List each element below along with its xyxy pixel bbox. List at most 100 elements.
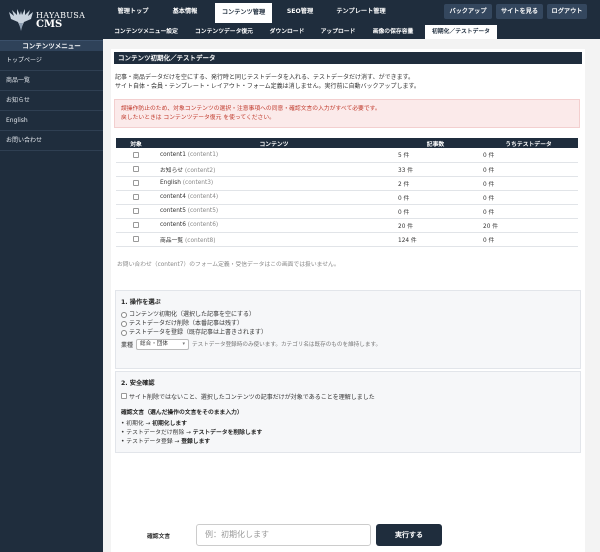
article-count: 0 件 <box>392 204 479 219</box>
content-key: (content3) <box>182 180 214 186</box>
content-key: (content4) <box>187 194 219 200</box>
sub-nav: コンテンツメニュー設定 コンテンツデータ復元 ダウンロード アップロード 画像の… <box>103 23 600 39</box>
article-count: 124 件 <box>392 232 479 247</box>
content-key: (content2) <box>184 167 216 174</box>
test-count: 20 件 <box>479 218 578 233</box>
warning-line1: 誤操作防止のため、対象コンテンツの選択・注意事項への同意・確認文言の入力がすべて… <box>121 106 381 112</box>
article-count: 2 件 <box>392 176 479 191</box>
content-name: content5 <box>160 208 186 214</box>
backup-button[interactable]: バックアップ <box>444 4 492 19</box>
warning-box: 誤操作防止のため、対象コンテンツの選択・注意事項への同意・確認文言の入力がすべて… <box>114 99 580 128</box>
warning-line2: 戻したいときは コンテンツデータ復元 を使ってください。 <box>121 115 275 121</box>
article-count: 0 件 <box>392 190 479 205</box>
content-table: 対象 コンテンツ 記事数 うちテストデータ content1 (content1… <box>116 138 578 247</box>
test-count: 0 件 <box>479 232 578 247</box>
sidebar: HAYABUSA CMS コンテンツメニュー トップページ 商品一覧 お知らせ … <box>0 0 103 552</box>
safety-heading: 2. 安全確認 <box>121 380 155 387</box>
subtab-download[interactable]: ダウンロード <box>263 25 311 39</box>
content-key: (content8) <box>185 237 216 244</box>
subtab-upload[interactable]: アップロード <box>315 25 361 39</box>
content-key: (content5) <box>187 208 219 214</box>
subtab-restore[interactable]: コンテンツデータ復元 <box>189 25 259 39</box>
subtab-init-testdata[interactable]: 初期化／テストデータ <box>425 25 497 39</box>
phrase-item: • テストデータだけ削除 → テストデータを削除します <box>121 430 263 436</box>
confirm-label: 確認文言 <box>147 534 171 540</box>
content-name: content4 <box>160 194 186 200</box>
description: 記事・商品データだけを空にする、発行時と同じテストデータを入れる、テストデータだ… <box>115 73 575 91</box>
table-row[interactable]: content4 (content4) 0 件 0 件 <box>116 190 578 205</box>
sidebar-item-english[interactable]: English <box>0 111 103 131</box>
tab-template[interactable]: テンプレート管理 <box>329 4 393 20</box>
subtab-image-storage[interactable]: 画像の保存容量 <box>365 25 421 39</box>
table-row[interactable]: content6 (content6) 20 件 20 件 <box>116 218 578 233</box>
main-panel: コンテンツ初期化／テストデータ 記事・商品データだけを空にする、発行時と同じテス… <box>111 49 585 552</box>
col-count: 記事数 <box>392 138 479 148</box>
col-target: 対象 <box>116 138 156 148</box>
tab-seo[interactable]: SEO管理 <box>280 4 320 20</box>
page-title: コンテンツ初期化／テストデータ <box>114 52 582 64</box>
phrase-text: 登録します <box>181 439 211 445</box>
content-key: (content1) <box>187 151 219 158</box>
row-checkbox[interactable] <box>133 235 139 242</box>
view-site-button[interactable]: サイトを見る <box>496 4 543 19</box>
sidebar-item-top[interactable]: トップページ <box>0 51 103 71</box>
option-register-testdata[interactable]: テストデータを登録（既存記事は上書きされます） <box>121 328 575 337</box>
row-checkbox[interactable] <box>133 207 139 214</box>
operation-heading: 1. 操作を選ぶ <box>121 299 161 306</box>
row-checkbox[interactable] <box>133 165 139 172</box>
contact-form-note: お問い合わせ（content7）のフォーム定義・受信データはこの画面では扱いませ… <box>117 262 340 268</box>
row-checkbox[interactable] <box>133 179 139 186</box>
execute-button[interactable]: 実行する <box>376 524 442 546</box>
table-row[interactable]: 商品一覧 (content8) 124 件 0 件 <box>116 232 578 247</box>
content-name: English <box>160 180 181 186</box>
table-row[interactable]: content1 (content1) 5 件 0 件 <box>116 148 578 163</box>
option-delete-testdata[interactable]: テストデータだけ削除（本番記事は残す） <box>121 319 575 328</box>
table-row[interactable]: English (content3) 2 件 0 件 <box>116 176 578 191</box>
tab-admin-top[interactable]: 管理トップ <box>108 4 158 20</box>
confirm-input[interactable]: 例：初期化します <box>196 524 371 546</box>
test-count: 0 件 <box>479 176 578 191</box>
agree-label: サイト削除ではないこと、選択したコンテンツの記事だけが対象であることを理解しまし… <box>129 393 375 401</box>
description-line1: 記事・商品データだけを空にする、発行時と同じテストデータを入れる、テストデータだ… <box>115 74 414 81</box>
row-checkbox[interactable] <box>133 221 139 228</box>
article-count: 20 件 <box>392 218 479 233</box>
option-register-testdata-label: テストデータを登録（既存記事は上書きされます） <box>129 329 268 336</box>
subtab-menu-settings[interactable]: コンテンツメニュー設定 <box>107 25 185 39</box>
phrase-prefix: テストデータだけ削除 → <box>126 430 191 436</box>
test-count: 0 件 <box>479 204 578 219</box>
tab-basic-info[interactable]: 基本情報 <box>163 4 207 20</box>
phrase-text: 初期化します <box>152 421 187 427</box>
sidebar-item-news[interactable]: お知らせ <box>0 91 103 111</box>
industry-label: 業種 <box>121 341 134 349</box>
radio-register-testdata[interactable] <box>121 329 127 336</box>
table-row[interactable]: お知らせ (content2) 33 件 0 件 <box>116 162 578 177</box>
option-initialize[interactable]: コンテンツ初期化（選択した記事を空にする） <box>121 310 575 319</box>
content-key: (content6) <box>187 222 219 228</box>
sidebar-item-products[interactable]: 商品一覧 <box>0 71 103 91</box>
agree-checkbox[interactable] <box>121 393 127 399</box>
radio-delete-testdata[interactable] <box>121 320 127 327</box>
article-count: 33 件 <box>392 162 479 177</box>
table-row[interactable]: content5 (content5) 0 件 0 件 <box>116 204 578 219</box>
brand-line2: CMS <box>36 19 63 30</box>
industry-note: テストデータ登録時のみ使います。カテゴリ名は既存のものを維持します。 <box>192 342 382 348</box>
logo[interactable]: HAYABUSA CMS <box>0 0 103 40</box>
option-initialize-label: コンテンツ初期化（選択した記事を空にする） <box>129 311 256 318</box>
content-name: お知らせ <box>160 167 184 174</box>
sidebar-item-contact[interactable]: お問い合わせ <box>0 131 103 151</box>
content-name: content1 <box>160 151 186 158</box>
article-count: 5 件 <box>392 148 479 163</box>
row-checkbox[interactable] <box>133 193 139 200</box>
phrase-prefix: テストデータ登録 → <box>126 439 180 445</box>
row-checkbox[interactable] <box>133 151 139 158</box>
phrase-text: テストデータを削除します <box>192 430 263 436</box>
agree-row[interactable]: サイト削除ではないこと、選択したコンテンツの記事だけが対象であることを理解しまし… <box>121 391 575 401</box>
eagle-logo-icon <box>9 9 33 31</box>
sidebar-heading: コンテンツメニュー <box>0 40 103 51</box>
logout-button[interactable]: ログアウト <box>547 4 587 19</box>
phrase-prefix: 初期化 → <box>126 421 151 427</box>
industry-select[interactable]: 総合・団体 ▾ <box>136 338 190 350</box>
content-name: content6 <box>160 222 186 228</box>
tab-content-management[interactable]: コンテンツ管理 <box>215 3 272 23</box>
radio-initialize[interactable] <box>121 311 127 318</box>
